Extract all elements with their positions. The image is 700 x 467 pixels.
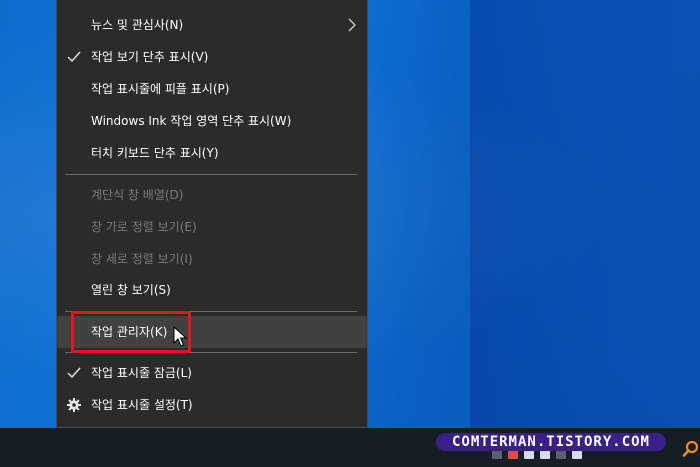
menu-item-label: 뉴스 및 관심사(N) xyxy=(91,18,184,32)
watermark: COMTERMAN.TISTORY.COM xyxy=(436,433,666,451)
menu-item-label: 계단식 창 배열(D) xyxy=(91,188,184,202)
menu-item-show-windows-ink[interactable]: Windows Ink 작업 영역 단추 표시(W) xyxy=(57,105,367,137)
menu-item-label: 창 세로 정렬 보기(I) xyxy=(91,252,193,266)
menu-item-show-desktop[interactable]: 열린 창 보기(S) xyxy=(57,274,367,306)
menu-item-label: 창 가로 정렬 보기(E) xyxy=(91,220,197,234)
checkmark-icon xyxy=(67,51,81,63)
search-icon[interactable] xyxy=(682,440,700,458)
menu-separator xyxy=(65,174,357,175)
menu-item-label: 작업 표시줄 설정(T) xyxy=(91,398,193,412)
menu-item-stack-windows: 창 가로 정렬 보기(E) xyxy=(57,211,367,243)
menu-item-side-by-side-windows: 창 세로 정렬 보기(I) xyxy=(57,243,367,275)
chevron-right-icon xyxy=(348,18,356,32)
menu-item-lock-taskbar[interactable]: 작업 표시줄 잠금(L) xyxy=(57,357,367,389)
taskbar-context-menu: 뉴스 및 관심사(N) 작업 보기 단추 표시(V) 작업 표시줄에 피플 표시… xyxy=(56,0,368,428)
menu-item-show-touch-keyboard[interactable]: 터치 키보드 단추 표시(Y) xyxy=(57,137,367,169)
checkmark-icon xyxy=(67,367,81,379)
menu-item-label: 터치 키보드 단추 표시(Y) xyxy=(91,146,219,160)
gear-icon xyxy=(67,398,81,412)
menu-item-label: Windows Ink 작업 영역 단추 표시(W) xyxy=(91,114,292,128)
menu-item-label: 열린 창 보기(S) xyxy=(91,283,171,297)
menu-item-show-people[interactable]: 작업 표시줄에 피플 표시(P) xyxy=(57,73,367,105)
menu-item-cascade-windows: 계단식 창 배열(D) xyxy=(57,179,367,211)
menu-item-news-and-interests[interactable]: 뉴스 및 관심사(N) xyxy=(57,9,367,41)
menu-item-show-task-view-button[interactable]: 작업 보기 단추 표시(V) xyxy=(57,41,367,73)
menu-item-taskbar-settings[interactable]: 작업 표시줄 설정(T) xyxy=(57,389,367,421)
mouse-pointer-icon xyxy=(173,326,187,347)
menu-item-label: 작업 표시줄 잠금(L) xyxy=(91,366,192,380)
menu-item-label: 작업 보기 단추 표시(V) xyxy=(91,50,209,64)
menu-item-label: 작업 표시줄에 피플 표시(P) xyxy=(91,82,230,96)
